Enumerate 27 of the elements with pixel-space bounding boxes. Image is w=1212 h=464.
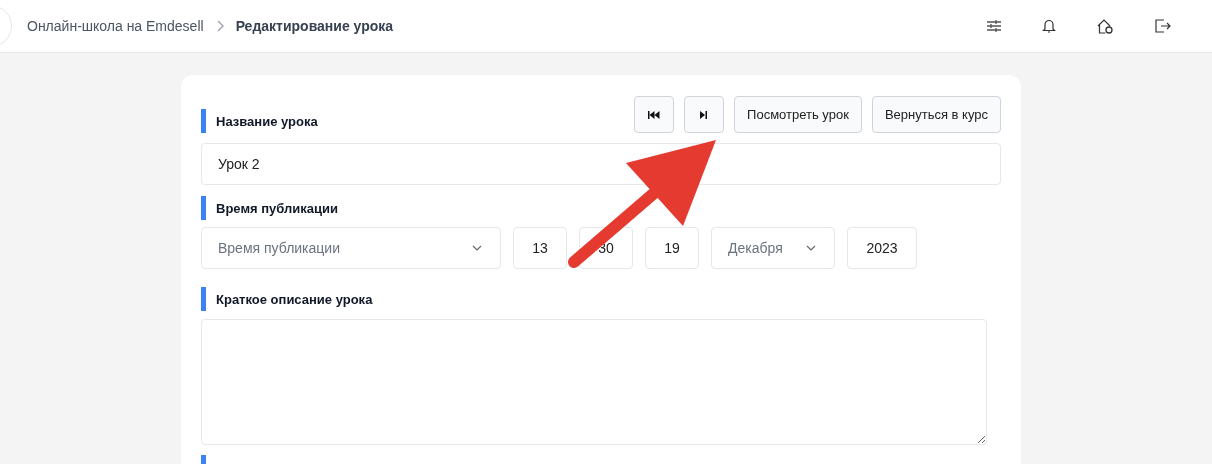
- accent-bar: [201, 196, 206, 220]
- breadcrumb-current: Редактирование урока: [235, 18, 394, 34]
- month-select[interactable]: Декабря: [711, 227, 835, 269]
- action-button[interactable]: Посмотреть урок: [734, 96, 862, 133]
- accent-bar: [201, 109, 206, 133]
- notifications-icon[interactable]: [1042, 18, 1056, 34]
- field-label: Название урока: [216, 113, 318, 129]
- chevron-down-icon: [472, 245, 482, 251]
- breadcrumb-link[interactable]: Онлайн-школа на Emdesell: [27, 18, 204, 34]
- publish-time-select[interactable]: Время публикации: [201, 227, 501, 269]
- logout-icon[interactable]: [1154, 18, 1172, 34]
- year-input[interactable]: 2023: [847, 227, 917, 269]
- field-label: Время публикации: [216, 200, 338, 216]
- first-lesson-button[interactable]: [634, 96, 675, 133]
- field-label: Краткое описание урока: [216, 291, 373, 307]
- chevron-down-icon: [806, 245, 816, 251]
- home-gear-icon[interactable]: [1096, 18, 1114, 34]
- lesson-title-input[interactable]: Урок 2: [201, 143, 1001, 185]
- action-button[interactable]: Вернуться в курс: [871, 96, 1001, 133]
- day-input[interactable]: 19: [645, 227, 699, 269]
- skip-back-icon: [648, 110, 661, 119]
- skip-forward-icon: [700, 110, 709, 119]
- sliders-icon[interactable]: [986, 19, 1002, 33]
- next-lesson-button[interactable]: [684, 96, 725, 133]
- hour-input[interactable]: 13: [513, 227, 567, 269]
- chevron-icon: [215, 20, 224, 32]
- accent-bar: [201, 287, 206, 311]
